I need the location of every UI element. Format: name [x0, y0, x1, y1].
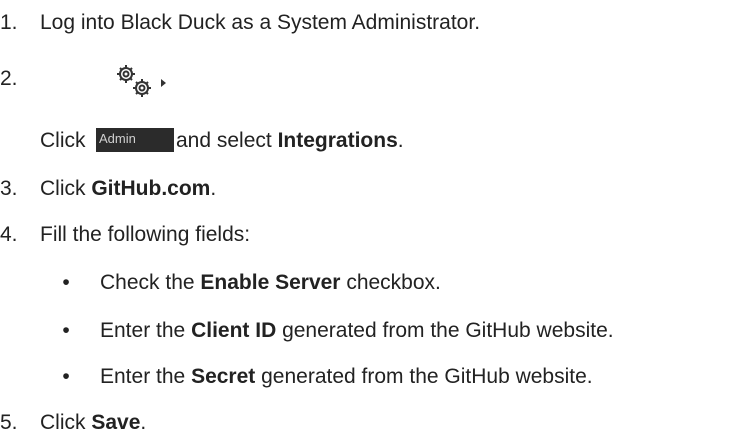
step-text-suffix: .: [210, 177, 217, 200]
substep-text-suffix: checkbox.: [340, 271, 441, 294]
step-text: Click Save.: [40, 410, 146, 435]
bullet: •: [62, 319, 70, 342]
substep-text-bold: Secret: [191, 365, 256, 388]
step-number: 1.: [0, 11, 18, 34]
substep-text-prefix: Enter the: [100, 365, 192, 388]
step-text-bold: Save: [91, 411, 141, 434]
substep-text-suffix: generated from the GitHub website.: [276, 319, 614, 342]
substep-text: Enter the Client ID generated from the G…: [100, 318, 614, 343]
step-text: Log into Black Duck as a System Administ…: [40, 11, 481, 34]
gears-icon: [117, 65, 151, 97]
step-2-content: Click Admin and select Integrations.: [40, 60, 740, 160]
admin-menu-image: Admin: [96, 60, 174, 160]
step-number: 2.: [0, 67, 18, 90]
step-number: 3.: [0, 177, 18, 200]
step-number: 4.: [0, 223, 18, 246]
step-text: Fill the following fields:: [40, 223, 251, 246]
step-text-prefix: Click: [40, 129, 86, 152]
bullet: •: [62, 365, 70, 388]
step-text-bold: GitHub.com: [91, 177, 211, 200]
substep-text-prefix: Check the: [100, 271, 201, 294]
substep-text: Enter the Secret generated from the GitH…: [100, 364, 593, 389]
caret-right-icon: [161, 79, 166, 87]
substep-text-bold: Client ID: [191, 319, 277, 342]
step-text-middle: and select: [176, 129, 278, 152]
step-number: 5.: [0, 411, 18, 434]
bullet: •: [62, 271, 70, 294]
step-text-prefix: Click: [40, 411, 92, 434]
step-text-rest: and select Integrations.: [176, 128, 404, 153]
step-text: Click GitHub.com.: [40, 176, 216, 201]
substep-text: Check the Enable Server checkbox.: [100, 270, 441, 295]
step-text-suffix: .: [397, 129, 404, 152]
step-text-bold: Integrations: [277, 129, 398, 152]
step-text-suffix: .: [140, 411, 147, 434]
admin-label-strip: Admin: [96, 128, 174, 152]
substep-text-prefix: Enter the: [100, 319, 192, 342]
substep-text-bold: Enable Server: [200, 271, 341, 294]
substep-text-suffix: generated from the GitHub website.: [255, 365, 593, 388]
admin-label: Admin: [99, 131, 136, 146]
step-text-prefix: Click: [40, 177, 92, 200]
